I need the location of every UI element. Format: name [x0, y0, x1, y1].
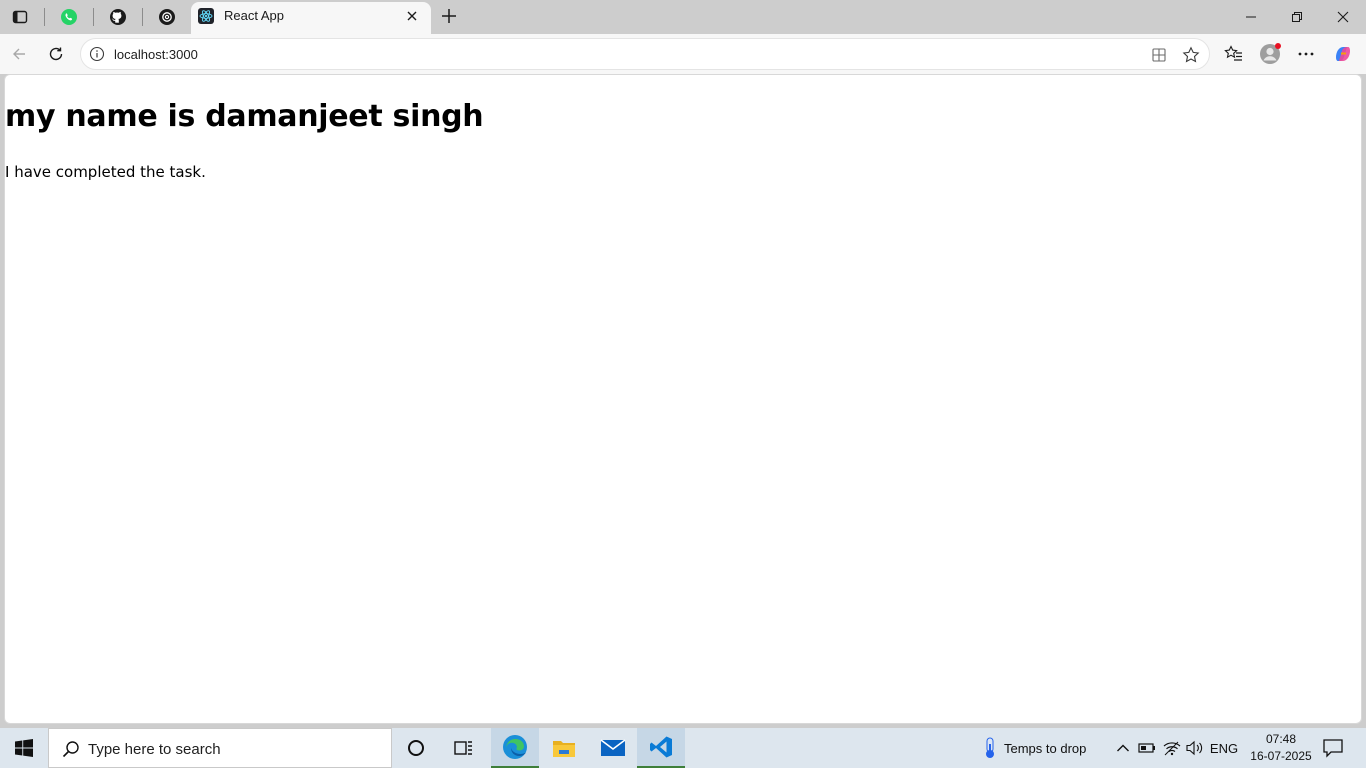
tab-actions-icon[interactable] — [8, 5, 32, 29]
more-options-icon[interactable] — [1295, 43, 1317, 65]
address-bar[interactable]: localhost:3000 — [80, 38, 1210, 70]
language-indicator[interactable]: ENG — [1208, 738, 1240, 758]
search-placeholder: Type here to search — [88, 741, 221, 758]
search-icon — [61, 739, 81, 759]
task-view-icon[interactable] — [440, 728, 488, 768]
favorites-icon[interactable] — [1223, 43, 1245, 65]
volume-icon[interactable] — [1186, 738, 1204, 758]
tab-separator — [93, 8, 94, 26]
profile-avatar[interactable] — [1259, 43, 1281, 65]
windows-taskbar: Type here to search Temps to drop ENG 07… — [0, 728, 1366, 768]
clock-date: 16-07-2025 — [1250, 749, 1312, 763]
back-button[interactable] — [8, 43, 30, 65]
refresh-button[interactable] — [45, 43, 67, 65]
favorite-star-icon[interactable] — [1181, 45, 1201, 65]
whatsapp-icon[interactable] — [57, 5, 81, 29]
show-hidden-icons-icon[interactable] — [1114, 738, 1132, 758]
app-available-icon[interactable] — [1149, 45, 1169, 65]
url-text[interactable]: localhost:3000 — [114, 47, 198, 62]
system-clock[interactable]: 07:48 16-07-2025 — [1244, 731, 1318, 765]
site-info-icon[interactable] — [89, 46, 105, 62]
close-window-button[interactable] — [1332, 6, 1354, 28]
clock-time: 07:48 — [1265, 732, 1297, 746]
cortana-icon[interactable] — [392, 728, 440, 768]
github-icon[interactable] — [106, 5, 130, 29]
new-tab-button[interactable] — [438, 5, 460, 27]
tab-separator — [142, 8, 143, 26]
wifi-icon[interactable] — [1162, 738, 1182, 758]
close-tab-icon[interactable] — [405, 9, 419, 23]
windows-icon — [15, 739, 33, 757]
vscode-icon[interactable] — [637, 728, 685, 768]
tab-title: React App — [224, 8, 284, 23]
battery-icon[interactable] — [1138, 738, 1156, 758]
browser-toolbar: localhost:3000 — [0, 34, 1366, 74]
taskbar-search-input[interactable]: Type here to search — [48, 728, 392, 768]
page-viewport: my name is damanjeet singh I have comple… — [4, 74, 1362, 724]
thermometer-icon[interactable] — [980, 737, 1000, 758]
react-icon — [198, 8, 214, 24]
weather-text[interactable]: Temps to drop — [1004, 738, 1106, 758]
edge-icon[interactable] — [491, 728, 539, 768]
tab-separator — [44, 8, 45, 26]
file-explorer-icon[interactable] — [540, 728, 588, 768]
start-button[interactable] — [0, 728, 48, 768]
page-heading: my name is damanjeet singh — [5, 99, 484, 134]
restore-button[interactable] — [1286, 6, 1308, 28]
notifications-icon[interactable] — [1322, 738, 1344, 758]
copilot-icon[interactable] — [1332, 43, 1354, 65]
mail-icon[interactable] — [589, 728, 637, 768]
tab-strip: React App — [0, 0, 1366, 36]
minimize-button[interactable] — [1240, 6, 1262, 28]
page-paragraph: I have completed the task. — [5, 163, 206, 181]
tab-react-app[interactable]: React App — [191, 2, 431, 36]
openai-icon[interactable] — [155, 5, 179, 29]
